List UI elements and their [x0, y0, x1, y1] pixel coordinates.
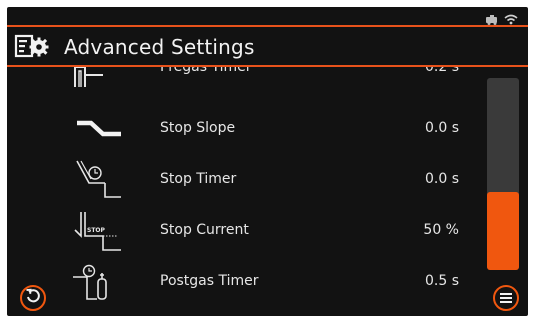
- postgas-timer-icon: [65, 261, 125, 303]
- list-item-stop-timer[interactable]: Stop Timer 0.0 s: [7, 155, 477, 205]
- setting-label: Pregas Timer: [160, 67, 252, 75]
- setting-value: 0.0 s: [424, 120, 459, 136]
- setting-value: 0.0 s: [424, 171, 459, 187]
- page-title: Advanced Settings: [64, 35, 255, 59]
- list-item-postgas-timer[interactable]: Postgas Timer 0.5 s: [7, 257, 477, 307]
- stop-current-icon: STOP: [65, 210, 125, 252]
- header-bar: Advanced Settings: [7, 25, 528, 67]
- scrollbar[interactable]: [487, 78, 519, 270]
- setting-value: 0.2 s: [424, 67, 459, 75]
- status-bar: [7, 7, 528, 25]
- setting-label: Stop Slope: [160, 120, 236, 136]
- device-screen: Advanced Settings Pregas Timer 0.2 s Sto: [7, 7, 528, 316]
- list-item-stop-slope[interactable]: Stop Slope 0.0 s: [7, 104, 477, 154]
- list-item-pregas-timer[interactable]: Pregas Timer 0.2 s: [7, 67, 477, 93]
- setting-label: Postgas Timer: [160, 273, 259, 289]
- setting-label: Stop Timer: [160, 171, 237, 187]
- settings-list[interactable]: Pregas Timer 0.2 s Stop Slope 0.0 s Stop…: [7, 67, 477, 316]
- stop-label: STOP: [87, 227, 106, 234]
- list-item-stop-current[interactable]: STOP Stop Current 50 %: [7, 206, 477, 256]
- settings-list-gear-icon: [14, 34, 54, 62]
- setting-value: 0.5 s: [424, 273, 459, 289]
- menu-icon: [499, 289, 513, 308]
- stop-slope-icon: [65, 108, 125, 150]
- setting-value: 50 %: [423, 222, 459, 238]
- back-button[interactable]: [20, 285, 46, 311]
- back-icon: [25, 288, 41, 308]
- pregas-timer-icon: [65, 67, 125, 89]
- scrollbar-thumb[interactable]: [487, 192, 519, 270]
- menu-button[interactable]: [493, 285, 519, 311]
- stop-timer-icon: [65, 159, 125, 201]
- setting-label: Stop Current: [160, 222, 249, 238]
